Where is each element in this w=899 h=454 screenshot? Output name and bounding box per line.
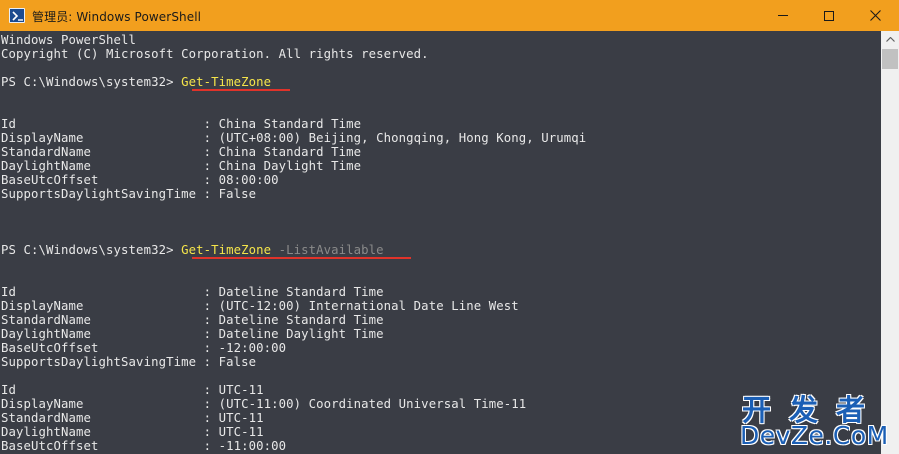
powershell-icon: [9, 8, 25, 23]
output-line: SupportsDaylightSavingTime : False: [1, 187, 257, 201]
output-line: DaylightName : Dateline Daylight Time: [1, 327, 384, 341]
console-copyright-line: Copyright (C) Microsoft Corporation. All…: [1, 47, 429, 61]
output-line: Id : Dateline Standard Time: [1, 285, 384, 299]
close-icon: [869, 10, 881, 21]
output-line: Id : China Standard Time: [1, 117, 362, 131]
command-text: Get-TimeZone: [181, 243, 272, 257]
output-line: StandardName : UTC-11: [1, 411, 264, 425]
command-text: Get-TimeZone: [181, 75, 272, 89]
output-line: BaseUtcOffset : 08:00:00: [1, 173, 279, 187]
prompt-line-1: PS C:\Windows\system32> Get-TimeZone: [1, 75, 586, 89]
powershell-window: 管理员: Windows PowerShell Windows PowerShe…: [0, 0, 899, 454]
output-line: BaseUtcOffset : -11:00:00: [1, 439, 287, 453]
command-underline-2: [192, 257, 411, 259]
output-line: DaylightName : China Daylight Time: [1, 159, 362, 173]
output-line: DisplayName : (UTC+08:00) Beijing, Chong…: [1, 131, 587, 145]
output-line: StandardName : Dateline Standard Time: [1, 313, 384, 327]
prompt-text: PS C:\Windows\system32>: [1, 75, 182, 89]
output-line: StandardName : China Standard Time: [1, 145, 362, 159]
watermark-logo: 开发者 DevZe.CoM: [738, 387, 894, 450]
close-button[interactable]: [852, 0, 898, 31]
output-line: SupportsDaylightSavingTime : False: [1, 355, 257, 369]
maximize-icon: [824, 10, 834, 21]
maximize-button[interactable]: [806, 0, 852, 31]
command-underline-1: [192, 89, 290, 91]
output-line: BaseUtcOffset : -12:00:00: [1, 341, 287, 355]
scroll-up-button[interactable]: [881, 31, 899, 48]
title-bar[interactable]: 管理员: Windows PowerShell: [0, 0, 899, 31]
output-line: Id : UTC-11: [1, 383, 264, 397]
output-line: DisplayName : (UTC-11:00) Coordinated Un…: [1, 397, 527, 411]
prompt-line-2: PS C:\Windows\system32> Get-TimeZone -Li…: [1, 243, 586, 257]
minimize-button[interactable]: [760, 0, 806, 31]
prompt-text: PS C:\Windows\system32>: [1, 243, 182, 257]
parameter-text: -ListAvailable: [271, 243, 384, 257]
window-title: 管理员: Windows PowerShell: [32, 10, 202, 24]
chevron-up-icon: [885, 37, 895, 42]
watermark-domain-text: DevZe.CoM: [740, 421, 889, 450]
scroll-thumb[interactable]: [882, 49, 898, 69]
console-header-line: Windows PowerShell: [1, 33, 137, 47]
output-line: DaylightName : UTC-11: [1, 425, 264, 439]
output-line: DisplayName : (UTC-12:00) International …: [1, 299, 519, 313]
minimize-icon: [778, 15, 788, 16]
